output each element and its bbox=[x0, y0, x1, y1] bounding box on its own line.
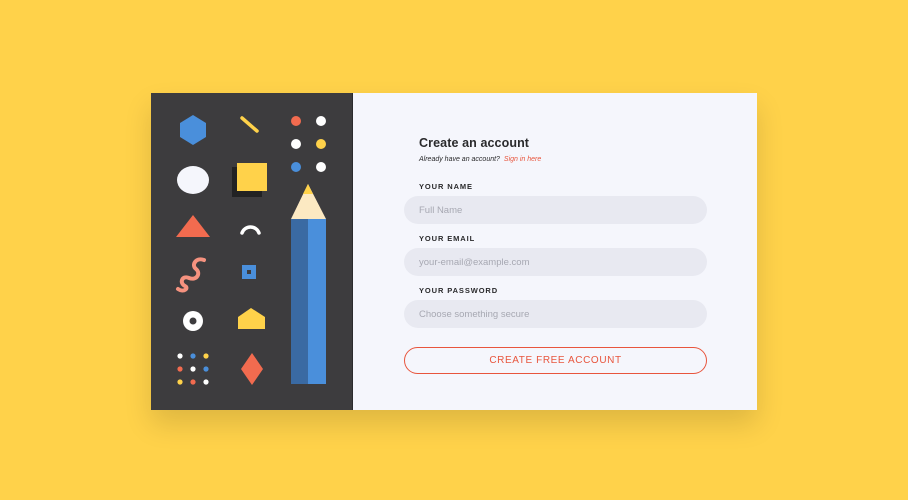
pencil-icon bbox=[291, 184, 326, 384]
password-label: YOUR PASSWORD bbox=[419, 286, 499, 295]
dots-grid-icon bbox=[291, 116, 326, 172]
name-label: YOUR NAME bbox=[419, 182, 473, 191]
diamond-icon bbox=[241, 353, 263, 385]
signin-prompt-text: Already have an account? bbox=[419, 156, 500, 163]
target-square-icon bbox=[242, 265, 256, 279]
email-label: YOUR EMAIL bbox=[419, 234, 476, 243]
confetti-dots-icon bbox=[177, 353, 209, 385]
illustration-panel bbox=[151, 93, 353, 410]
square-icon bbox=[232, 163, 267, 197]
squiggle-icon bbox=[176, 257, 206, 293]
signup-form: Create an account Already have an accoun… bbox=[353, 93, 757, 410]
circle-icon bbox=[177, 166, 209, 194]
triangle-icon bbox=[176, 215, 210, 237]
password-input[interactable] bbox=[404, 300, 707, 328]
donut-icon bbox=[183, 311, 203, 331]
email-input[interactable] bbox=[404, 248, 707, 276]
form-title: Create an account bbox=[419, 136, 530, 150]
pentagon-icon bbox=[238, 308, 265, 329]
signin-prompt: Already have an account? Sign in here bbox=[419, 156, 541, 163]
arc-icon bbox=[240, 225, 261, 235]
name-input[interactable] bbox=[404, 196, 707, 224]
line-icon bbox=[240, 116, 259, 133]
signin-link[interactable]: Sign in here bbox=[504, 156, 541, 163]
signup-card: Create an account Already have an accoun… bbox=[151, 93, 757, 410]
illustration-art bbox=[176, 115, 326, 385]
create-account-button[interactable]: CREATE FREE ACCOUNT bbox=[404, 347, 707, 374]
hexagon-icon bbox=[180, 115, 206, 145]
